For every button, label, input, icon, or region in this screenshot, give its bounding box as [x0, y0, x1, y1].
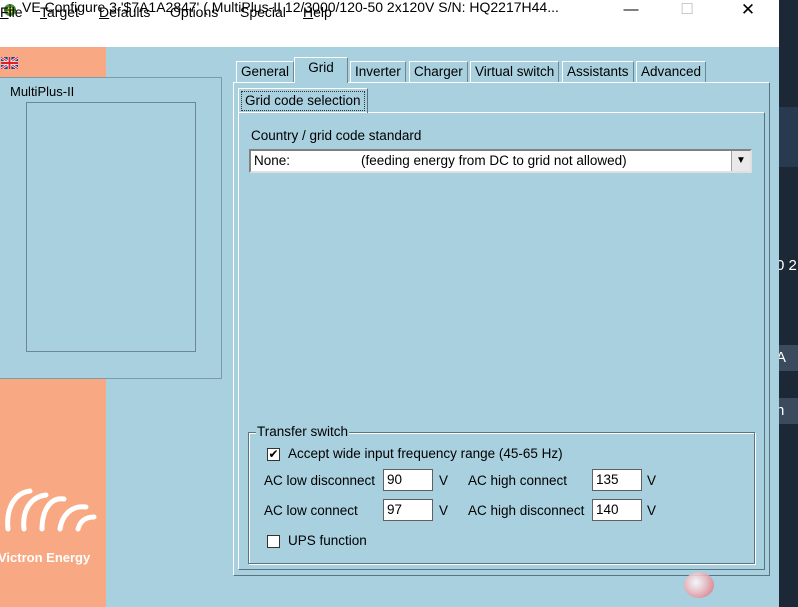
close-button[interactable]: ✕ [725, 0, 771, 22]
unit-label: V [439, 473, 449, 488]
menu-file[interactable]: File [0, 4, 23, 20]
menu-options[interactable]: Options [170, 4, 218, 20]
menu-defaults[interactable]: Defaults [99, 4, 150, 20]
background-window [779, 0, 798, 607]
tab-grid[interactable]: Grid [294, 57, 348, 83]
victron-logo-icon [2, 485, 98, 535]
desktop-decoration [684, 572, 714, 598]
ups-function-label: UPS function [288, 533, 367, 548]
country-grid-code-label: Country / grid code standard [251, 128, 422, 143]
ac-low-connect-label: AC low connect [264, 503, 358, 518]
dropdown-arrow-icon[interactable]: ▼ [731, 151, 750, 171]
tab-virtual-switch[interactable]: Virtual switch [470, 61, 560, 82]
background-window-button: A [776, 345, 798, 371]
wide-frequency-label: Accept wide input frequency range (45-65… [288, 446, 563, 461]
ac-high-connect-input[interactable]: 135 [592, 469, 642, 491]
unit-label: V [647, 503, 657, 518]
wide-frequency-checkbox[interactable]: ✔ [267, 448, 280, 461]
menu-target[interactable]: Target [40, 4, 79, 20]
tab-charger[interactable]: Charger [409, 61, 468, 82]
tab-assistants[interactable]: Assistants [562, 61, 634, 82]
background-window-button: n [776, 398, 798, 424]
tab-grid-code-selection[interactable]: Grid code selection [238, 88, 368, 113]
ac-high-disconnect-input[interactable]: 140 [592, 499, 642, 521]
tab-advanced[interactable]: Advanced [636, 61, 707, 82]
tab-inverter[interactable]: Inverter [350, 61, 406, 82]
device-tree-root[interactable]: MultiPlus-II [10, 84, 74, 99]
ac-high-connect-label: AC high connect [468, 473, 568, 488]
grid-code-select[interactable]: None: (feeding energy from DC to grid no… [249, 149, 752, 173]
menu-special[interactable]: Special [240, 4, 286, 20]
maximize-button[interactable]: ☐ [664, 0, 710, 22]
checkmark-icon: ✔ [268, 447, 279, 461]
ac-low-disconnect-label: AC low disconnect [264, 473, 376, 488]
ups-function-checkbox[interactable] [267, 535, 280, 548]
uk-flag-icon[interactable] [0, 55, 19, 71]
background-window-text: 0 2 [776, 257, 797, 274]
ac-low-connect-input[interactable]: 97 [383, 499, 433, 521]
ac-low-disconnect-input[interactable]: 90 [383, 469, 433, 491]
transfer-switch-legend: Transfer switch [256, 424, 350, 439]
device-tree-box [26, 102, 196, 352]
ac-high-disconnect-label: AC high disconnect [468, 503, 585, 518]
unit-label: V [439, 503, 449, 518]
menu-bar [0, 22, 779, 48]
brand-name: Victron Energy [0, 550, 91, 565]
background-window-bar [779, 107, 798, 167]
grid-code-value: None: [254, 153, 291, 168]
grid-code-description: (feeding energy from DC to grid not allo… [361, 153, 627, 168]
minimize-button[interactable]: — [608, 0, 654, 22]
focus-rectangle [241, 91, 365, 111]
unit-label: V [647, 473, 657, 488]
menu-help[interactable]: Help [303, 4, 332, 20]
tab-general[interactable]: General [236, 61, 295, 82]
